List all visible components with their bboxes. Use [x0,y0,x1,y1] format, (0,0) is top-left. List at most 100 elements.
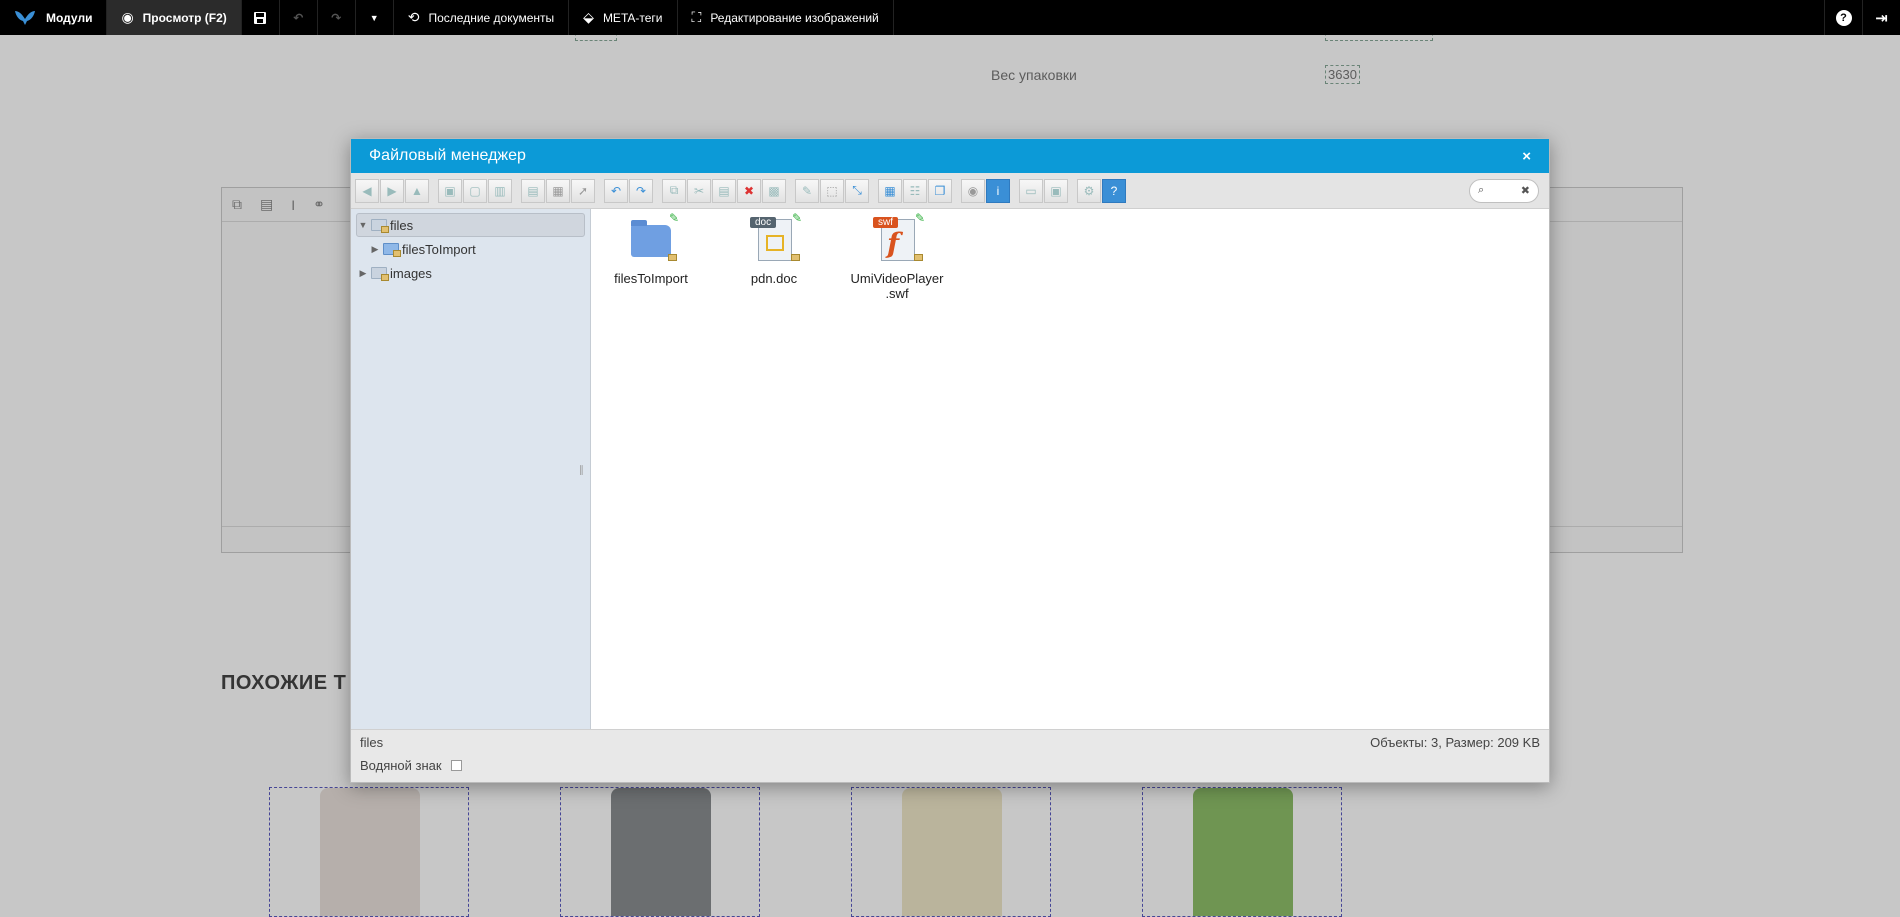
empty-button[interactable]: ▩ [762,178,786,203]
paste-icon: ▤ [718,183,730,198]
folder-tree: ▼ files ▶ filesToImport ▶ images ∥ [351,209,591,731]
watermark-label: Водяной знак [360,758,442,773]
select-button[interactable]: ➚ [571,178,595,203]
close-icon[interactable]: × [1522,148,1531,165]
list-icon: ☷ [909,183,921,198]
file-manager-body: ▼ files ▶ filesToImport ▶ images ∥ ✎ fil… [351,209,1549,731]
tree-item-label: files [390,217,414,233]
file-list: ✎ filesToImport doc ✎ pdn.doc f swf ✎ Um… [591,209,1549,731]
collapsed-arrow-icon[interactable]: ▶ [357,268,369,279]
tree-item-label: filesToImport [402,241,476,257]
modules-label: Модули [46,10,93,25]
view-icons-button[interactable]: ▦ [878,178,902,203]
resize-handle-icon[interactable]: ∥ [579,465,584,476]
forward-button[interactable]: ▶ [380,178,404,203]
search-icon: ⌕ [1478,184,1485,196]
tree-item-filestoimport[interactable]: ▶ filesToImport [351,237,590,261]
rename-button[interactable]: ✎ [795,178,819,203]
help-button[interactable]: ? [1824,0,1862,35]
status-path: files [360,735,384,750]
dialog-titlebar: Файловый менеджер × [351,139,1549,173]
resize-button[interactable]: ⤡ [845,178,869,203]
paste-button[interactable]: ▤ [712,178,736,203]
expanded-arrow-icon[interactable]: ▼ [357,220,369,230]
recent-documents-button[interactable]: ⟲ Последние документы [394,0,570,35]
scissors-icon: ✂ [693,183,705,198]
arrow-up-icon: ▲ [411,183,423,198]
tree-item-images[interactable]: ▶ images [351,261,590,285]
eye-icon: ◉ [121,9,134,25]
pin-icon: ✎ [791,211,802,225]
file-name: pdn.doc [750,271,798,286]
view-list-button[interactable]: ☷ [903,178,927,203]
extract-button[interactable]: ▭ [1019,178,1043,203]
arrow-right-icon: ▶ [387,183,397,198]
back-button[interactable]: ◀ [355,178,379,203]
file-item-folder[interactable]: ✎ filesToImport [596,211,706,286]
tree-item-label: images [390,265,432,281]
folder-icon [371,219,389,233]
copy-button[interactable]: ⧉ [662,178,686,203]
undo-file-button[interactable]: ↶ [604,178,628,203]
redo-icon: ↷ [331,10,342,25]
undo-icon: ↶ [610,183,622,198]
reload-icon: ▣ [444,183,456,198]
settings-button[interactable]: ⚙ [1077,178,1101,203]
archive-icon: ▣ [1050,183,1062,198]
search-clear-icon[interactable]: ✖ [1521,184,1530,197]
info-button[interactable]: i [986,178,1010,203]
redo-file-button[interactable]: ↷ [629,178,653,203]
meta-tags-label: META-теги [602,10,663,25]
reload-button[interactable]: ▣ [438,178,462,203]
caret-down-icon: ▼ [369,12,379,23]
new-file-button[interactable]: ▢ [463,178,487,203]
delete-button[interactable]: ✖ [737,178,761,203]
file-name: filesToImport [614,271,688,286]
file-name: UmiVideoPlayer .swf [850,271,944,301]
preview-button[interactable]: ◉ Просмотр (F2) [107,0,242,35]
help-file-button[interactable]: ? [1102,178,1126,203]
grid-icon: ▦ [884,183,896,198]
rename-icon: ✎ [801,183,813,198]
undo-button[interactable]: ↶ [280,0,318,35]
image-editing-button[interactable]: ⛶ Редактирование изображений [678,0,894,35]
download-icon: ▥ [494,183,506,198]
save-button[interactable] [242,0,280,35]
folder-icon [383,243,401,257]
select-all-button[interactable]: ⬚ [820,178,844,203]
download-button[interactable]: ▥ [488,178,512,203]
swf-icon: f swf ✎ [873,211,925,261]
image-editing-label: Редактирование изображений [710,10,879,25]
doc-badge: doc [750,217,777,228]
archive-button[interactable]: ▣ [1044,178,1068,203]
doc-icon: doc ✎ [750,211,802,261]
up-button[interactable]: ▲ [405,178,429,203]
tree-item-files[interactable]: ▼ files [356,213,585,237]
logout-icon: ⇥ [1875,9,1888,27]
watermark-checkbox[interactable] [450,760,462,771]
eye-icon: ◉ [967,183,979,198]
cut-button[interactable]: ✂ [687,178,711,203]
meta-tags-button[interactable]: ⬙ META-теги [569,0,678,35]
history-icon: ⟲ [407,9,420,25]
logout-button[interactable]: ⇥ [1862,0,1900,35]
collapsed-arrow-icon[interactable]: ▶ [369,244,381,255]
file-item-doc[interactable]: doc ✎ pdn.doc [719,211,829,286]
history-dropdown[interactable]: ▼ [356,0,394,35]
pin-icon: ✎ [914,211,925,225]
search-input[interactable]: ⌕ ✖ [1469,178,1539,203]
modules-menu[interactable]: Модули [0,0,108,35]
extract-icon: ▭ [1025,183,1037,198]
redo-button[interactable]: ↷ [318,0,356,35]
save-file-button[interactable]: ▦ [546,178,570,203]
lock-icon [914,254,923,261]
arrow-left-icon: ◀ [362,183,372,198]
save-icon [254,11,267,24]
view-tiles-button[interactable]: ❐ [928,178,952,203]
open-button[interactable]: ▤ [521,178,545,203]
preview-file-button[interactable]: ◉ [961,178,985,203]
lock-icon [791,254,800,261]
gear-icon: ⚙ [1083,183,1095,198]
butterfly-logo-icon [15,10,35,25]
file-item-swf[interactable]: f swf ✎ UmiVideoPlayer .swf [842,211,952,301]
